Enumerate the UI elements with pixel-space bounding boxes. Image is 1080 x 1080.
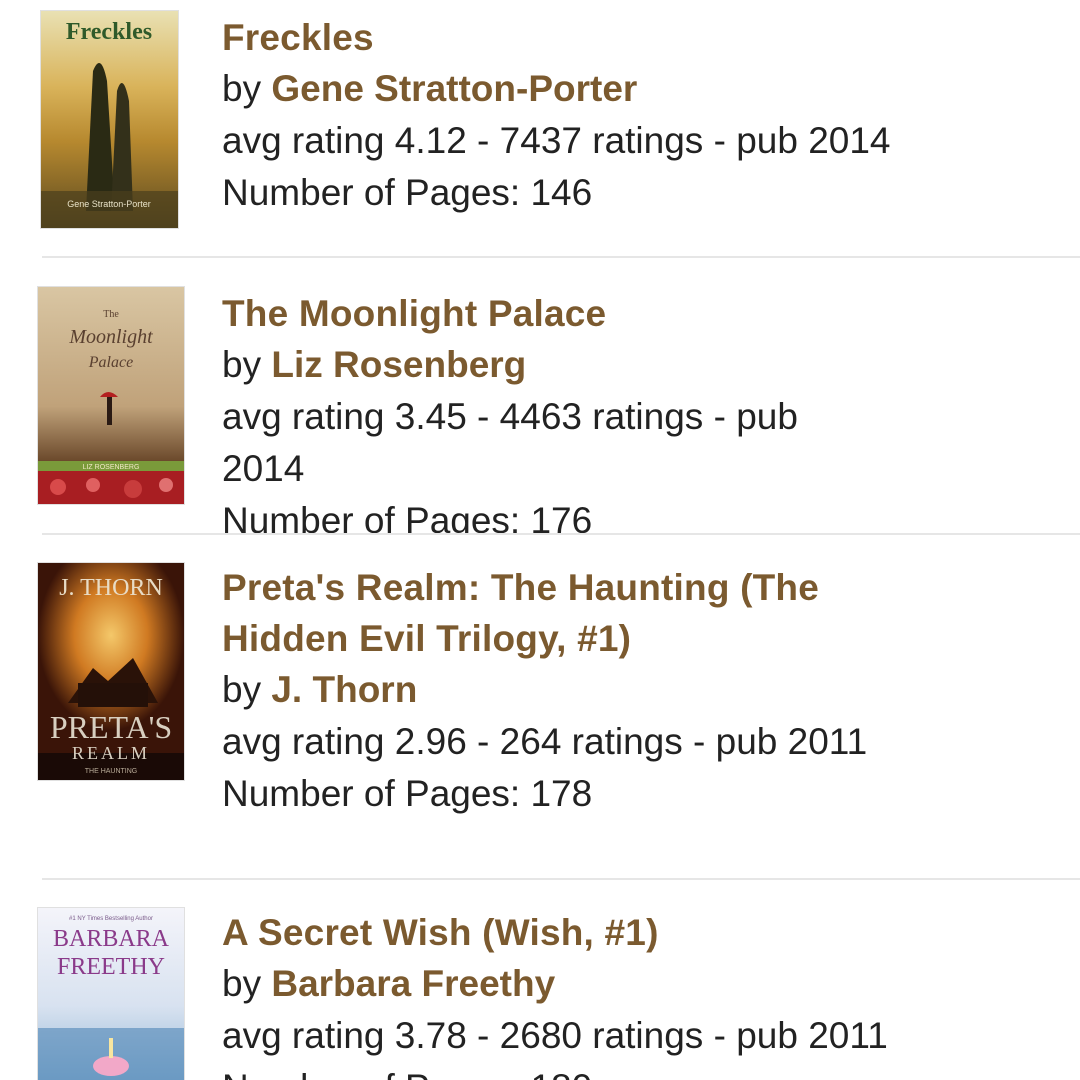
book-cover[interactable]: Freckles Gene Stratton-Porter: [41, 11, 178, 228]
book-title-line[interactable]: Hidden Evil Trilogy, #1): [222, 613, 1060, 664]
svg-text:THE HAUNTING: THE HAUNTING: [85, 768, 138, 775]
book-cover-art: Freckles Gene Stratton-Porter: [41, 11, 178, 228]
author-link[interactable]: Gene Stratton-Porter: [271, 68, 637, 109]
book-cover[interactable]: #1 NY Times Bestselling Author BARBARA F…: [38, 908, 184, 1080]
author-line: by Barbara Freethy: [222, 958, 1060, 1010]
author-link[interactable]: Liz Rosenberg: [271, 344, 526, 385]
svg-text:LIZ ROSENBERG: LIZ ROSENBERG: [83, 464, 140, 471]
by-label: by: [222, 669, 262, 710]
book-list: Freckles Gene Stratton-Porter Freckles b…: [0, 0, 1080, 1080]
book-title-link[interactable]: A Secret Wish (Wish, #1): [222, 907, 1060, 958]
svg-text:#1 NY Times Bestselling Author: #1 NY Times Bestselling Author: [69, 916, 153, 922]
author-link[interactable]: Barbara Freethy: [271, 963, 555, 1004]
author-line: by Liz Rosenberg: [222, 339, 1060, 391]
author-link[interactable]: J. Thorn: [271, 669, 417, 710]
svg-text:Palace: Palace: [88, 354, 133, 371]
book-row[interactable]: The Moonlight Palace LIZ ROSENBERG The M…: [0, 258, 1080, 535]
author-line: by Gene Stratton-Porter: [222, 63, 1060, 115]
book-cover-art: #1 NY Times Bestselling Author BARBARA F…: [38, 908, 184, 1080]
svg-text:J. THORN: J. THORN: [59, 575, 163, 601]
svg-text:FREETHY: FREETHY: [57, 954, 165, 980]
svg-text:Moonlight: Moonlight: [68, 326, 153, 348]
rating-summary: avg rating 2.96 - 264 ratings - pub 2011: [222, 721, 868, 762]
page-count: Number of Pages: 176: [222, 500, 593, 535]
svg-text:BARBARA: BARBARA: [53, 926, 170, 952]
page-count: Number of Pages: 146: [222, 172, 593, 213]
book-title-link[interactable]: The Moonlight Palace: [222, 288, 1060, 339]
book-cover-art: The Moonlight Palace LIZ ROSENBERG: [38, 287, 184, 504]
book-row[interactable]: Freckles Gene Stratton-Porter Freckles b…: [0, 0, 1080, 258]
page-count: Number of Pages: 178: [222, 773, 593, 814]
book-title-link[interactable]: Freckles: [222, 12, 1060, 63]
book-row[interactable]: J. THORN PRETA'S REALM THE HAUNTING Pret…: [0, 535, 1080, 880]
book-title-line[interactable]: Preta's Realm: The Haunting (The: [222, 562, 1060, 613]
svg-text:Gene Stratton-Porter: Gene Stratton-Porter: [67, 199, 151, 209]
by-label: by: [222, 68, 262, 109]
rating-summary: avg rating 4.12 - 7437 ratings - pub 201…: [222, 120, 891, 161]
rating-summary-line: avg rating 3.45 - 4463 ratings - pub: [222, 396, 798, 437]
svg-text:PRETA'S: PRETA'S: [50, 709, 172, 745]
book-row[interactable]: #1 NY Times Bestselling Author BARBARA F…: [0, 880, 1080, 1080]
page-count: Number of Pages: 180: [222, 1062, 1060, 1080]
svg-text:REALM: REALM: [72, 743, 150, 763]
cover-title-text: Freckles: [66, 19, 152, 45]
book-cover[interactable]: J. THORN PRETA'S REALM THE HAUNTING: [38, 563, 184, 780]
book-cover[interactable]: The Moonlight Palace LIZ ROSENBERG: [38, 287, 184, 504]
rating-summary: avg rating 3.45 - 4463 ratings - pub 201…: [222, 391, 1060, 495]
author-line: by J. Thorn: [222, 664, 1060, 716]
book-title-link[interactable]: Preta's Realm: The Haunting (The Hidden …: [222, 562, 1060, 664]
svg-text:The: The: [103, 309, 119, 320]
by-label: by: [222, 344, 262, 385]
by-label: by: [222, 963, 262, 1004]
book-cover-art: J. THORN PRETA'S REALM THE HAUNTING: [38, 563, 184, 780]
rating-summary: avg rating 3.78 - 2680 ratings - pub 201…: [222, 1015, 888, 1056]
rating-summary-line: 2014: [222, 448, 305, 489]
